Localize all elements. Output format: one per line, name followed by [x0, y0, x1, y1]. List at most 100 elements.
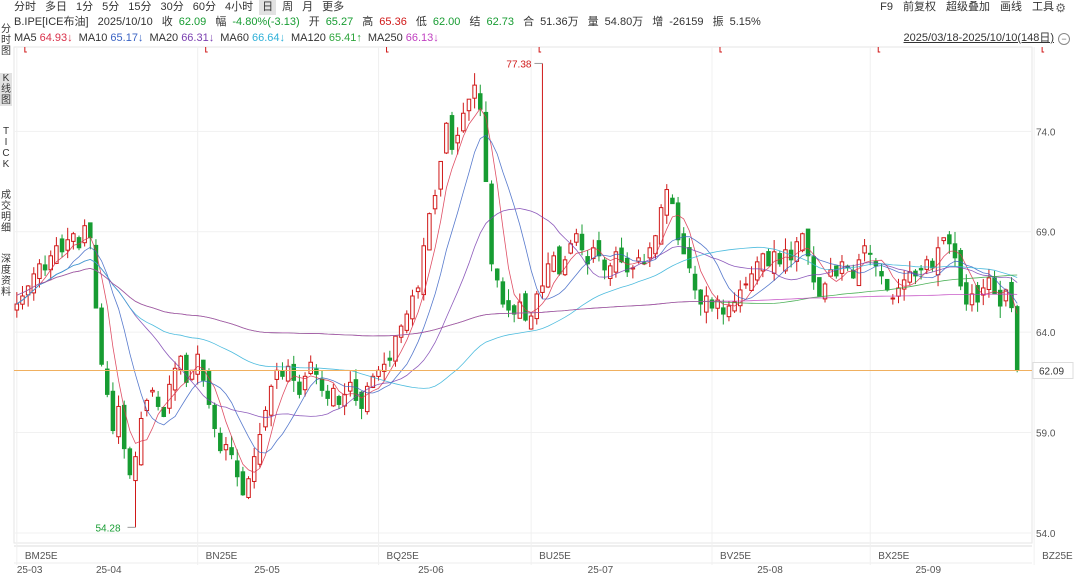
candle-body-156 — [896, 287, 901, 297]
period-tab-11[interactable]: 更多 — [322, 0, 344, 15]
candle-body-129 — [743, 283, 749, 286]
candle-body-84 — [489, 183, 494, 265]
ma-line-ma60 — [16, 246, 1018, 389]
candle-body-38 — [229, 447, 234, 456]
symbol-name: B.IPE[ICE布油] — [14, 16, 89, 28]
period-tab-0[interactable]: 分时 — [14, 0, 36, 15]
candle-body-144 — [828, 269, 833, 277]
candle-body-72 — [421, 245, 426, 296]
ma-line-ma10 — [16, 134, 1018, 454]
candle-body-16 — [105, 368, 110, 395]
candle-body-90 — [523, 293, 528, 321]
contract-marker-5 — [877, 47, 881, 53]
close-value: 62.09 — [178, 16, 207, 28]
period-tab-10[interactable]: 月 — [302, 0, 313, 15]
candle-body-4 — [37, 263, 42, 280]
tool-menu: F9 前复权 超级叠加 画线 工具 — [870, 0, 1054, 15]
side-nav-item-2[interactable]: TICK — [0, 126, 12, 170]
low-label: 低 — [415, 16, 427, 28]
candle-body-82 — [478, 93, 483, 110]
side-nav-item-4[interactable]: 深度资料 — [0, 254, 12, 298]
period-tab-2[interactable]: 1分 — [76, 0, 93, 15]
candle-body-117 — [675, 202, 681, 241]
contract-marker-3 — [538, 47, 542, 53]
candle-body-17 — [110, 390, 116, 432]
candle-body-53 — [314, 368, 319, 375]
y-axis-label-2: 64.0 — [1036, 328, 1056, 339]
candle-body-93 — [540, 285, 545, 293]
candle-body-10 — [71, 233, 76, 242]
candle-body-79 — [461, 112, 466, 132]
candle-body-121 — [698, 289, 703, 305]
y-axis-label-0: 74.0 — [1036, 127, 1056, 138]
candle-body-155 — [890, 297, 896, 300]
period-tab-9[interactable]: 周 — [282, 0, 293, 15]
candle-body-41 — [246, 478, 251, 498]
candle-body-68 — [398, 325, 404, 338]
candle-body-99 — [574, 233, 579, 243]
candle-body-32 — [195, 353, 200, 375]
tool-item-0[interactable]: F9 — [880, 0, 893, 15]
zoom-icon[interactable]: − — [1058, 32, 1070, 45]
month-label-1: 25-04 — [96, 565, 122, 575]
period-tab-3[interactable]: 5分 — [102, 0, 119, 15]
candle-body-122 — [704, 295, 709, 313]
kline-chart[interactable]: 74.0 69.0 64.0 59.0 54.0 BM25E BN25E BQ25E BU25E… — [0, 0, 1080, 575]
month-label-3: 25-06 — [418, 565, 444, 575]
ma-value-ma250: 66.13↓ — [405, 32, 439, 44]
oi-label: 合 — [523, 16, 535, 28]
candle-body-80 — [466, 98, 472, 112]
period-tab-7[interactable]: 4小时 — [225, 0, 253, 15]
oi-value: 51.36万 — [540, 16, 579, 28]
ma-value-ma10: 65.17↓ — [110, 32, 144, 44]
period-tab-8[interactable]: 日 — [259, 0, 277, 15]
period-tab-6[interactable]: 60分 — [193, 0, 216, 15]
candle-body-48 — [285, 365, 291, 382]
candle-body-177 — [1014, 306, 1020, 371]
candle-body-35 — [212, 404, 217, 430]
side-nav-item-1[interactable]: K线图 — [0, 73, 12, 106]
candle-body-5 — [42, 264, 48, 271]
candle-body-127 — [732, 301, 737, 312]
low-value: 62.00 — [432, 16, 461, 28]
candle-body-70 — [410, 295, 415, 320]
ma-value-ma5: 64.93↓ — [39, 32, 73, 44]
candle-body-74 — [432, 195, 438, 210]
tool-item-2[interactable]: 超级叠加 — [946, 0, 990, 15]
settings-gear-icon[interactable]: ⚙ — [1055, 1, 1066, 16]
tool-item-4[interactable]: 工具 — [1032, 0, 1054, 15]
side-nav-item-0[interactable]: 分时图 — [0, 24, 12, 57]
candle-body-0 — [14, 303, 20, 311]
side-nav-item-3[interactable]: 成交明细 — [0, 190, 12, 234]
candle-body-21 — [133, 456, 138, 482]
ma-value-ma20: 66.31↓ — [181, 32, 215, 44]
candle-body-140 — [805, 228, 811, 257]
candle-body-23 — [144, 399, 150, 412]
y-axis-label-4: 54.0 — [1036, 529, 1056, 540]
y-axis-label-3: 59.0 — [1036, 429, 1056, 440]
candle-body-54 — [319, 378, 325, 391]
candle-body-85 — [494, 268, 500, 281]
ma-line-ma250 — [16, 267, 1018, 337]
tool-item-3[interactable]: 画线 — [1000, 0, 1022, 15]
high-label: 高 — [362, 16, 374, 28]
settle-label: 结 — [469, 16, 481, 28]
candle-body-40 — [240, 471, 246, 496]
ma-label-ma120: MA120 — [291, 32, 326, 44]
period-tab-4[interactable]: 15分 — [128, 0, 151, 15]
ma-line-ma5 — [16, 107, 1018, 473]
candle-body-112 — [647, 247, 653, 259]
date-range[interactable]: 2025/03/18-2025/10/10(148日) − — [904, 31, 1070, 46]
candle-body-42 — [251, 456, 257, 482]
period-tab-1[interactable]: 多日 — [45, 0, 67, 15]
date-range-text[interactable]: 2025/03/18-2025/10/10(148日) — [904, 31, 1054, 46]
candle-body-145 — [834, 265, 839, 277]
candle-body-132 — [760, 253, 766, 272]
last-price-label: 62.09 — [1039, 366, 1064, 377]
close-label: 收 — [161, 16, 173, 28]
candle-body-9 — [65, 239, 70, 251]
period-tab-5[interactable]: 30分 — [161, 0, 184, 15]
tool-item-1[interactable]: 前复权 — [903, 0, 936, 15]
candle-body-160 — [918, 268, 924, 271]
candle-body-125 — [721, 307, 726, 315]
